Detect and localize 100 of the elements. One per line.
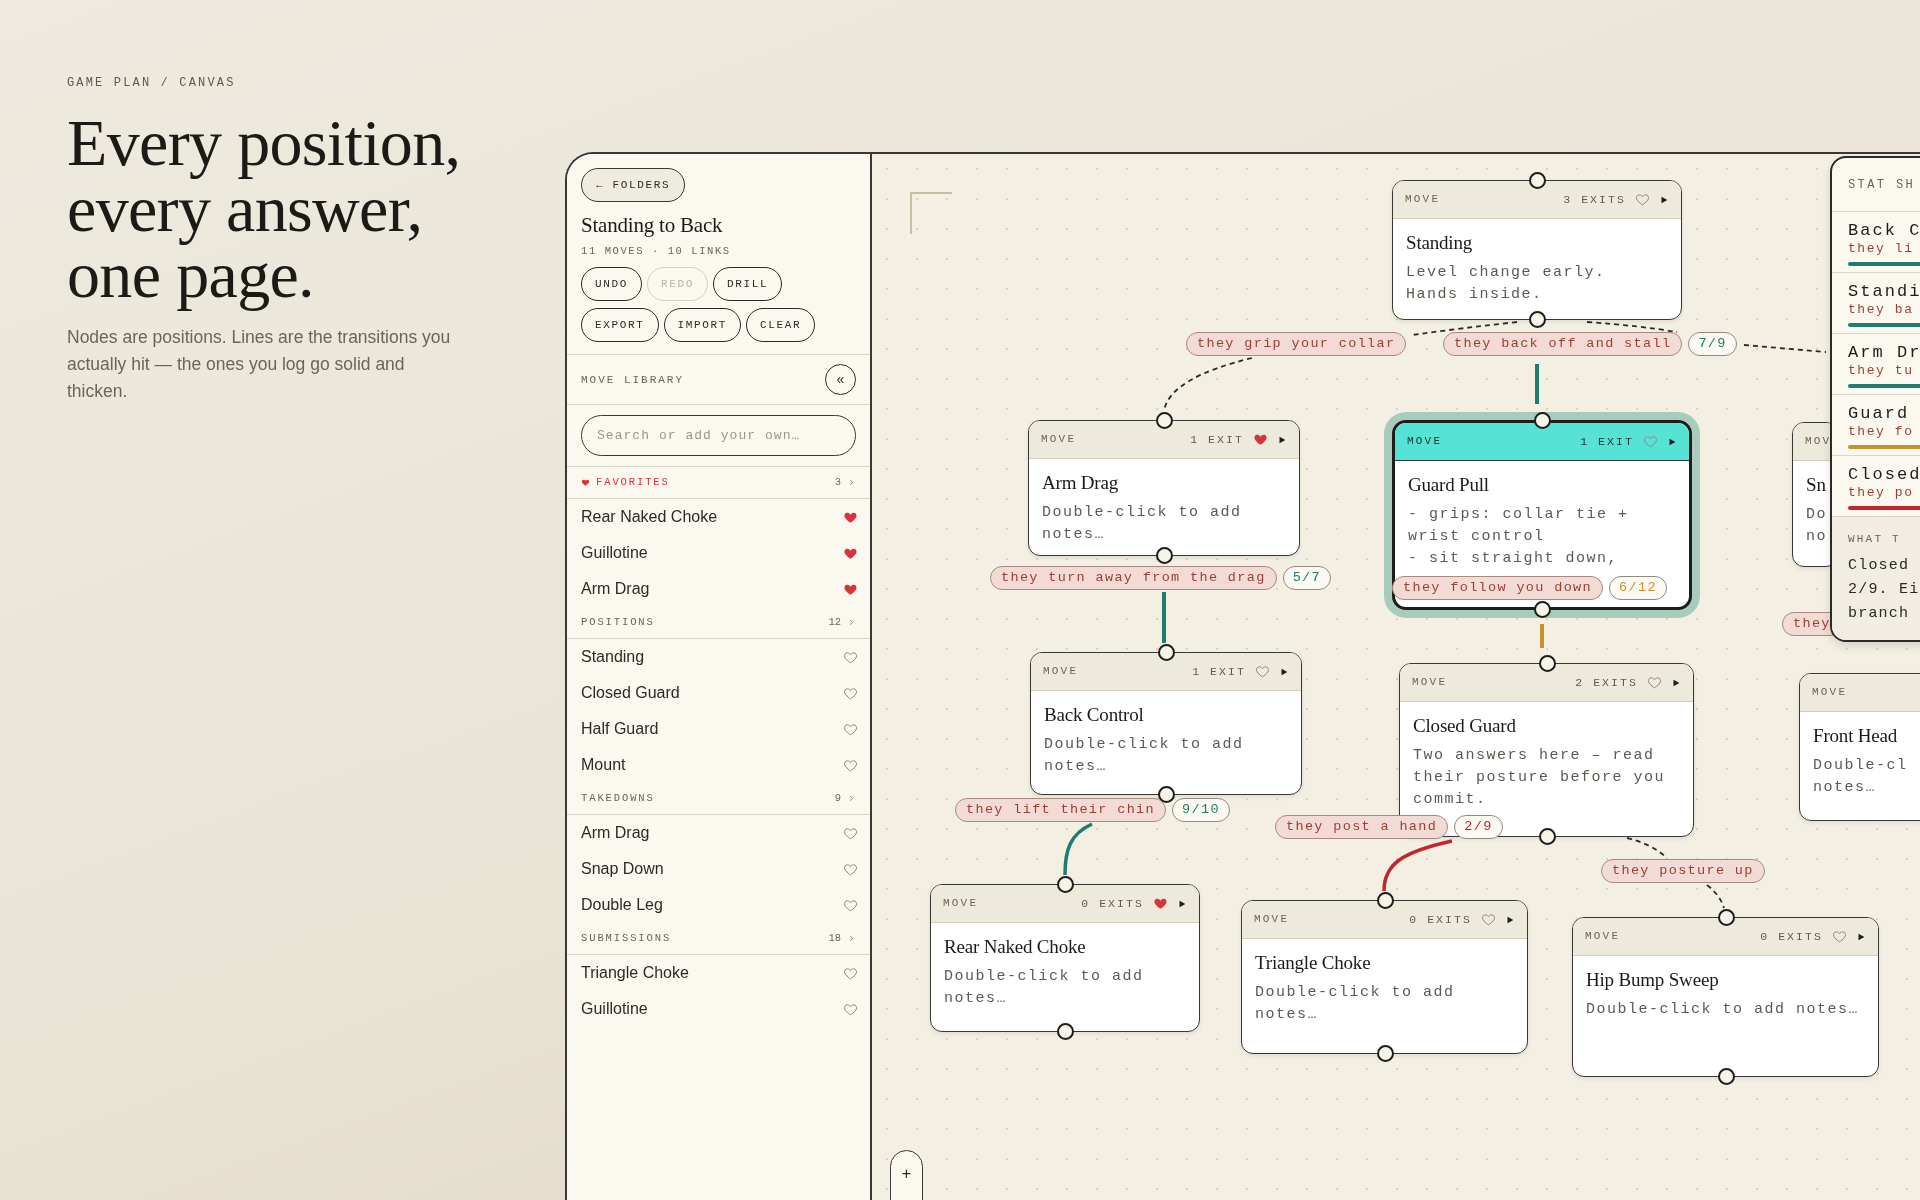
node-tag: MOVE	[1254, 911, 1290, 928]
canvas[interactable]	[870, 154, 1920, 1200]
section-label: SUBMISSIONS	[581, 930, 672, 946]
node-card[interactable]: MOVE 0 EXITS Hip Bump Sweep Double-click to add notes…	[1572, 917, 1879, 1077]
node-card[interactable]: MOVE 0 EXITS Triangle Choke Double-click to add notes…	[1241, 900, 1528, 1054]
node-tag: MOVE	[1041, 431, 1077, 448]
transition-line[interactable]	[1382, 839, 1453, 892]
chevron-icon[interactable]	[847, 478, 856, 488]
stat-subtitle: they po	[1848, 485, 1915, 501]
library-item[interactable]: Guillotine	[581, 541, 648, 566]
heart-icon[interactable]	[843, 1001, 858, 1017]
heart-icon[interactable]	[843, 685, 858, 701]
node-title: Rear Naked Choke	[944, 935, 1087, 959]
play-icon[interactable]	[1856, 931, 1866, 942]
node-notes: Double-click to add notes…	[1586, 999, 1861, 1020]
library-item[interactable]: Guillotine	[581, 997, 648, 1022]
stat-title: Closed	[1848, 465, 1920, 485]
port-handle[interactable]	[1057, 876, 1074, 893]
heart-icon[interactable]	[1635, 192, 1650, 207]
transition-label[interactable]: they grip your collar	[1186, 332, 1407, 356]
advice-label: WHAT T	[1848, 532, 1902, 547]
transition-label[interactable]: they lift their chin	[955, 798, 1167, 822]
exit-count: 2 EXITS	[1575, 674, 1638, 691]
node-notes: Two answers here – read their posture before you commit.	[1413, 745, 1667, 810]
chevron-icon[interactable]	[847, 618, 856, 628]
play-icon[interactable]	[1659, 194, 1669, 205]
corner-marker	[910, 192, 952, 234]
heart-icon[interactable]	[843, 965, 858, 981]
transition-label[interactable]: they turn away from the drag	[990, 566, 1277, 590]
play-icon[interactable]	[1177, 898, 1187, 909]
port-handle[interactable]	[1529, 311, 1546, 328]
heart-icon[interactable]	[843, 649, 858, 665]
exit-count: 3 EXITS	[1563, 191, 1626, 208]
heart-icon[interactable]	[1647, 675, 1662, 690]
port-handle[interactable]	[1156, 547, 1173, 564]
library-item[interactable]: Closed Guard	[581, 681, 680, 706]
node-card[interactable]: MOVE Front Head Double-cl notes…	[1799, 673, 1920, 821]
node-tag: MOVE	[1407, 433, 1443, 450]
port-handle[interactable]	[1156, 412, 1173, 429]
play-icon[interactable]	[1279, 666, 1289, 677]
heart-icon[interactable]	[1832, 929, 1847, 944]
chevron-icon[interactable]	[847, 934, 856, 944]
library-item[interactable]: Mount	[581, 753, 626, 778]
port-handle[interactable]	[1158, 644, 1175, 661]
board-meta: 11 MOVES · 10 LINKS	[581, 243, 731, 259]
section-label: POSITIONS	[581, 614, 655, 630]
node-notes: Double-cl notes…	[1813, 755, 1909, 798]
library-item[interactable]: Half Guard	[581, 717, 659, 742]
play-icon[interactable]	[1277, 434, 1287, 445]
port-handle[interactable]	[1057, 1023, 1074, 1040]
library-item[interactable]: Triangle Choke	[581, 961, 689, 986]
zoom-button[interactable]: +	[893, 1161, 920, 1187]
section-label: TAKEDOWNS	[581, 790, 655, 806]
transition-line[interactable]	[1063, 822, 1093, 876]
hit-count: 5/7	[1282, 566, 1331, 590]
play-icon[interactable]	[1667, 436, 1677, 447]
play-icon[interactable]	[1505, 914, 1515, 925]
back-button[interactable]: ← FOLDERS	[581, 168, 686, 202]
library-item[interactable]: Standing	[581, 645, 645, 670]
exit-count: 0 EXITS	[1760, 928, 1823, 945]
node-card[interactable]: MOVE 0 EXITS Rear Naked Choke Double-click to add notes…	[930, 884, 1200, 1032]
heart-icon[interactable]	[843, 757, 858, 773]
heart-icon[interactable]	[1253, 432, 1268, 447]
transition-line[interactable]	[1586, 321, 1827, 353]
node-title: Closed Guard	[1413, 714, 1517, 738]
node-card[interactable]: MOVE 1 EXIT Back Control Double-click to add notes…	[1030, 652, 1302, 795]
node-notes: Double-click to add notes…	[944, 966, 1145, 1009]
node-card[interactable]: MOVE 1 EXIT Arm Drag Double-click to add notes…	[1028, 420, 1300, 556]
transition-label[interactable]: they follow you down	[1392, 576, 1604, 600]
library-item[interactable]: Snap Down	[581, 857, 664, 882]
heart-icon[interactable]	[843, 897, 858, 913]
transition-label[interactable]: they posture up	[1601, 859, 1765, 883]
heart-icon[interactable]	[1153, 896, 1168, 911]
transition-label[interactable]: they post a hand	[1275, 815, 1449, 839]
stat-subtitle: they ba	[1848, 302, 1915, 318]
breadcrumb: GAME PLAN / CANVAS	[67, 75, 236, 92]
action-button[interactable]: CLEAR	[746, 308, 816, 343]
stat-title: Back C	[1848, 221, 1920, 241]
section-label: FAVORITES	[596, 474, 670, 490]
section-count: 9	[834, 790, 841, 806]
node-tag: MOVE	[1043, 663, 1079, 680]
heart-icon[interactable]	[1481, 912, 1496, 927]
stat-subtitle: they li	[1848, 241, 1915, 257]
chevron-icon[interactable]	[847, 794, 856, 804]
hit-count: 9/10	[1172, 798, 1230, 822]
exit-count: 0 EXITS	[1409, 911, 1472, 928]
heart-icon[interactable]	[843, 825, 858, 841]
heart-icon[interactable]	[843, 721, 858, 737]
heart-icon[interactable]	[1255, 664, 1270, 679]
exit-count: 0 EXITS	[1081, 895, 1144, 912]
play-icon[interactable]	[1671, 677, 1681, 688]
library-item[interactable]: Arm Drag	[581, 821, 650, 846]
transition-label[interactable]: they back off and stall	[1443, 332, 1683, 356]
heart-icon[interactable]	[843, 861, 858, 877]
exit-count: 1 EXIT	[1192, 663, 1246, 680]
library-item[interactable]: Double Leg	[581, 893, 663, 918]
library-item[interactable]: Arm Drag	[581, 577, 650, 602]
search-field[interactable]: Search or add your own…	[581, 415, 856, 457]
library-item[interactable]: Rear Naked Choke	[581, 505, 718, 530]
node-card[interactable]: MOVE 3 EXITS Standing Level change early. Hands inside.	[1392, 180, 1682, 320]
